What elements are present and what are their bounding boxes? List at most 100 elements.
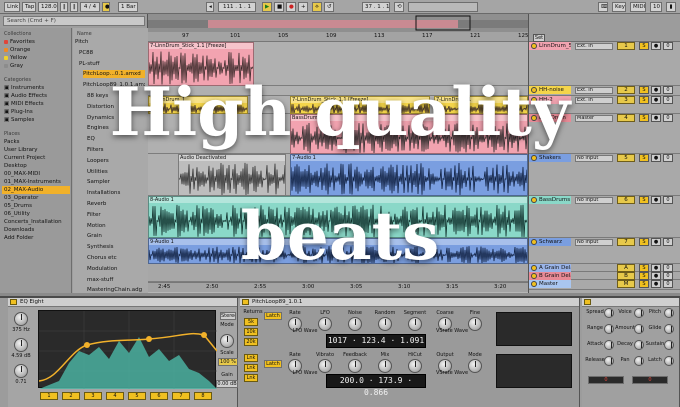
place-item[interactable]: 03_Operator [2, 194, 70, 202]
eq-band-toggle[interactable]: 2 [62, 392, 80, 400]
solo-button[interactable]: S [639, 238, 649, 246]
file-item[interactable]: 88 keys [87, 92, 145, 100]
track-input-menu[interactable]: Master [575, 115, 613, 122]
device-title[interactable] [582, 298, 679, 307]
track-header[interactable]: LinnDrum_5 Ext. In 1 S ● 0 [529, 42, 680, 86]
instrument-knob[interactable] [664, 324, 674, 334]
file-item[interactable]: Installations [87, 189, 145, 197]
track-volume-field[interactable]: 0 [663, 42, 673, 50]
file-item[interactable]: EQ [87, 135, 145, 143]
file-item[interactable]: PC88 [79, 49, 145, 57]
arm-button[interactable]: ● [651, 238, 661, 246]
return-5k-button[interactable]: 5k [244, 318, 258, 326]
track-lane[interactable] [148, 86, 528, 96]
place-item[interactable]: Add Folder [2, 234, 70, 242]
file-item[interactable]: MasteringChain.adg [87, 286, 145, 294]
track-activator-button[interactable] [531, 281, 537, 287]
track-activator-button[interactable] [531, 97, 537, 103]
arm-button[interactable]: ● [651, 86, 661, 94]
instrument-knob[interactable] [664, 308, 674, 318]
eq-band-toggle[interactable]: 5 [128, 392, 146, 400]
punch-button[interactable]: ↺ [324, 2, 334, 12]
nudge-down-button[interactable]: ‖ [60, 2, 68, 12]
eq-band-toggle[interactable]: 7 [172, 392, 190, 400]
track-number[interactable]: 7 [617, 238, 635, 246]
collection-gray[interactable]: Gray [4, 62, 23, 70]
pitchloop-knob[interactable] [348, 317, 362, 331]
place-item[interactable]: 00_MAX-MIDI [2, 170, 70, 178]
eq-display[interactable] [38, 310, 218, 389]
instrument-value-2[interactable]: 0 [632, 376, 668, 384]
track-volume-field[interactable]: 0 [663, 238, 673, 246]
nudge-up-button[interactable]: ‖ [70, 2, 78, 12]
arrangement-overview[interactable] [148, 14, 528, 32]
instrument-value-1[interactable]: 0 [588, 376, 624, 384]
audio-clip[interactable]: 7-LinnDrum_1 [148, 96, 248, 114]
pitchloop-knob[interactable] [408, 359, 422, 373]
track-header[interactable]: Schwarz No Input 7 S ● 0 [529, 238, 680, 264]
track-activator-button[interactable] [531, 239, 537, 245]
arm-button[interactable]: ● [651, 264, 661, 272]
arm-button[interactable]: ● [651, 96, 661, 104]
track-volume-field[interactable]: 0 [663, 96, 673, 104]
file-item[interactable]: max-stuff [87, 276, 145, 284]
track-activator-button[interactable] [531, 115, 537, 121]
file-item[interactable]: PitchLoop...0.1.amxd [83, 70, 145, 79]
pitchloop-knob[interactable] [348, 359, 362, 373]
track-volume-field[interactable]: 0 [663, 272, 673, 280]
arm-button[interactable]: ● [651, 280, 661, 288]
track-activator-button[interactable] [531, 155, 537, 161]
device-title[interactable]: EQ Eight [8, 298, 237, 307]
track-header[interactable]: Master M S ● 0 [529, 280, 680, 290]
track-activator-button[interactable] [531, 43, 537, 49]
eq-scale-value[interactable]: 100 % [218, 358, 238, 366]
set-button[interactable]: Set [533, 34, 545, 42]
file-item[interactable]: Motion [87, 222, 145, 230]
track-volume-field[interactable]: 0 [663, 114, 673, 122]
file-item[interactable]: Dynamics [87, 114, 145, 122]
file-item[interactable]: Pitch [75, 38, 145, 46]
eq-scale-knob[interactable] [220, 334, 234, 348]
track-input-menu[interactable]: No Input [575, 155, 613, 162]
file-item[interactable]: Filters [87, 146, 145, 154]
play-button[interactable]: ▶ [262, 2, 272, 12]
track-number[interactable]: 4 [617, 114, 635, 122]
audio-clip[interactable]: 7-LinnDrum_1 [434, 96, 528, 114]
eq-band-toggle[interactable]: 3 [84, 392, 102, 400]
solo-button[interactable]: S [639, 42, 649, 50]
loop-length-field[interactable] [408, 2, 478, 12]
pitchloop-knob[interactable] [378, 359, 392, 373]
track-lane[interactable] [148, 264, 528, 282]
place-item[interactable]: Packs [2, 138, 70, 146]
track-number[interactable]: 2 [617, 86, 635, 94]
computer-keyboard-button[interactable]: ⌨ [598, 2, 608, 12]
file-item[interactable]: Utilities [87, 168, 145, 176]
track-number[interactable]: B [617, 272, 635, 280]
file-item[interactable]: PL-stuff [79, 60, 145, 68]
collection-favorites[interactable]: Favorites [4, 38, 35, 46]
eq-band-toggle[interactable]: 4 [106, 392, 124, 400]
track-header[interactable]: LinnDrum Master 4 S ● 0 [529, 114, 680, 154]
key-map-button[interactable]: Key [612, 2, 626, 12]
pitchloop-knob[interactable] [378, 317, 392, 331]
file-item[interactable]: Modulation [87, 265, 145, 273]
arm-button[interactable]: ● [651, 154, 661, 162]
track-volume-field[interactable]: 0 [663, 196, 673, 204]
loop-button[interactable]: ⟲ [394, 2, 404, 12]
arm-button[interactable]: ● [651, 42, 661, 50]
browser-search-input[interactable]: Search (Cmd + F) [3, 16, 145, 26]
place-item[interactable]: 05_Drums [2, 202, 70, 210]
file-item[interactable]: Grain [87, 232, 145, 240]
eq-band-toggle[interactable]: 1 [40, 392, 58, 400]
place-item[interactable]: 01_MAX-Instruments [2, 178, 70, 186]
device-power-button[interactable] [242, 299, 249, 305]
quantize-menu[interactable]: 1 Bar [118, 2, 138, 12]
return-20k-button[interactable]: 20k [244, 338, 258, 346]
return-2-button[interactable]: Lnk [244, 364, 258, 372]
automation-arm-button[interactable]: ⟡ [312, 2, 322, 12]
audio-clip[interactable]: 8-Audio 1 [148, 196, 528, 238]
file-item[interactable]: Reverb [87, 200, 145, 208]
collection-yellow[interactable]: Yellow [4, 54, 27, 62]
instrument-knob[interactable] [664, 356, 674, 366]
solo-button[interactable]: S [639, 86, 649, 94]
